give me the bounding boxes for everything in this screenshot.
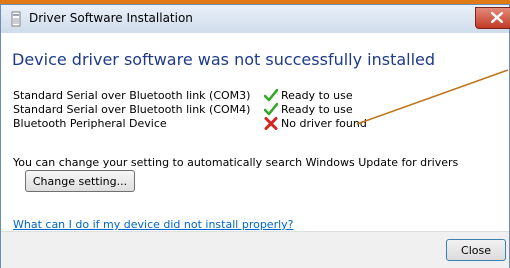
window-title: Driver Software Installation (29, 11, 193, 25)
close-button[interactable]: Close (446, 239, 506, 261)
dialog-footer: Close (1, 231, 509, 268)
close-icon (491, 12, 503, 23)
green-check-icon (263, 88, 279, 102)
title-close-button[interactable] (475, 7, 510, 29)
status-text: Ready to use (281, 89, 353, 102)
dialog-content: Device driver software was not successfu… (1, 33, 509, 231)
device-name-com3: Standard Serial over Bluetooth link (COM… (13, 89, 251, 102)
device-status-com4: Ready to use (263, 102, 353, 116)
device-status-peripheral: No driver found (264, 117, 367, 130)
title-bar[interactable]: Driver Software Installation (1, 5, 510, 33)
device-name-com4: Standard Serial over Bluetooth link (COM… (13, 103, 251, 116)
status-text: Ready to use (281, 103, 353, 116)
green-check-icon (263, 102, 279, 116)
change-setting-button[interactable]: Change setting... (25, 170, 135, 192)
update-info-text: You can change your setting to automatic… (13, 156, 459, 169)
dialog-heading: Device driver software was not successfu… (12, 50, 436, 69)
device-name-peripheral: Bluetooth Peripheral Device (13, 117, 167, 130)
dialog-window: Driver Software Installation Device driv… (0, 4, 510, 268)
help-link[interactable]: What can I do if my device did not insta… (13, 218, 294, 231)
driver-package-icon (11, 11, 21, 27)
red-x-icon (264, 117, 278, 130)
device-status-com3: Ready to use (263, 88, 353, 102)
status-text: No driver found (281, 117, 367, 130)
